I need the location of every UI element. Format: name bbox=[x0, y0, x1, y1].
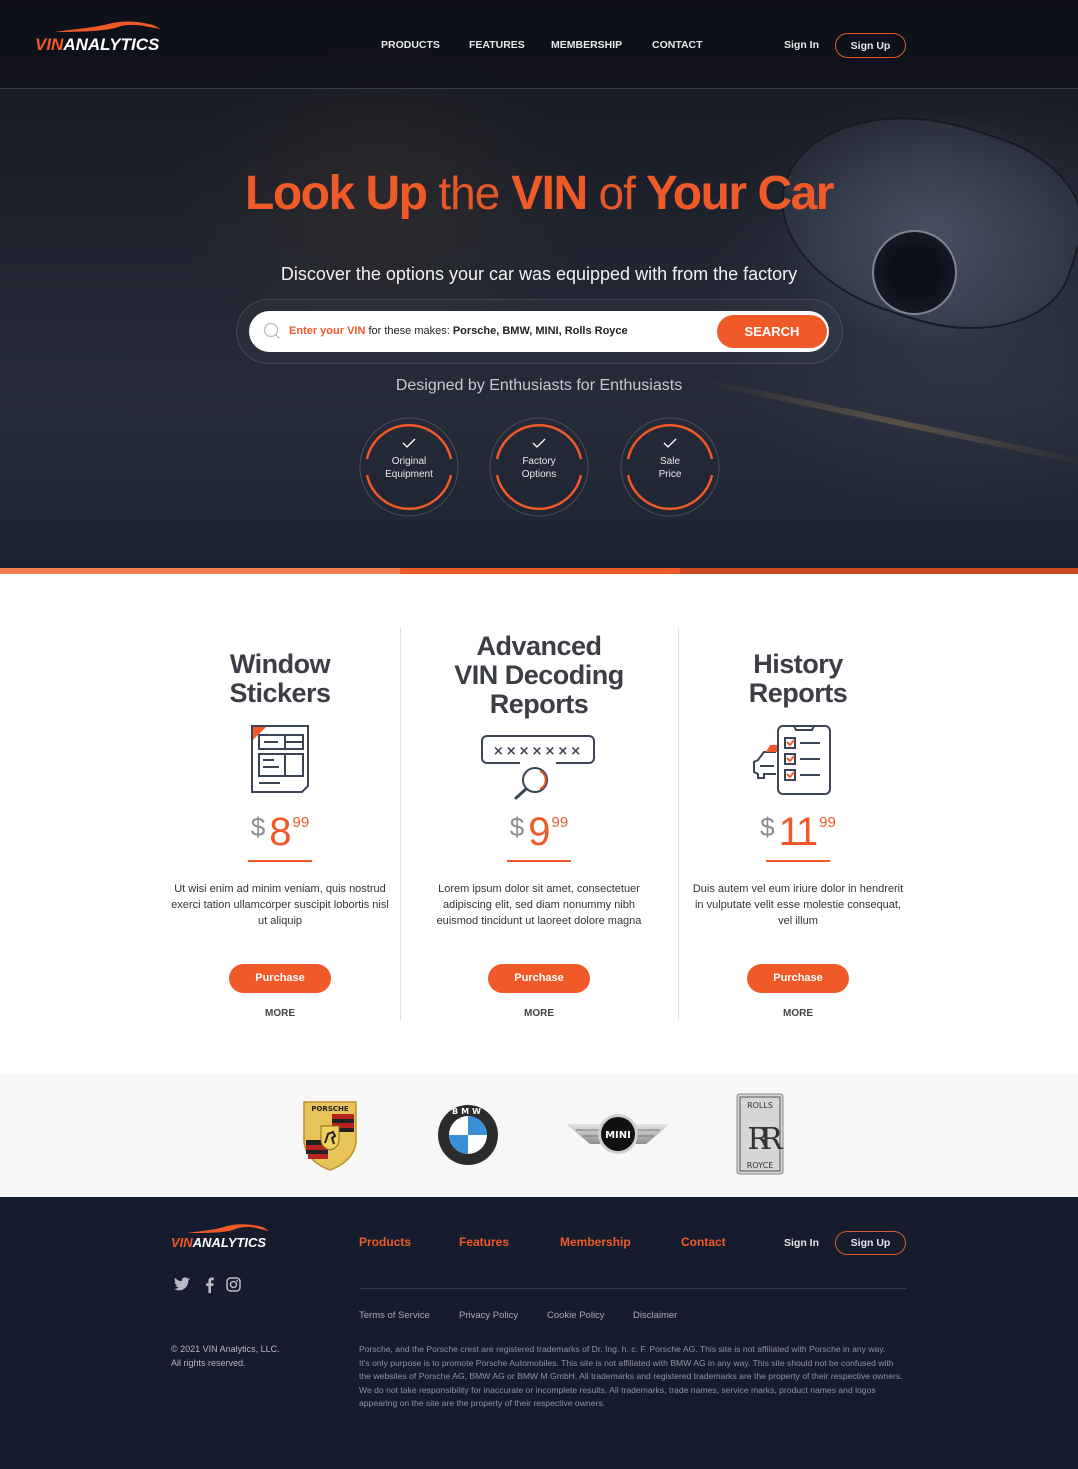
mini-logo: MINI bbox=[566, 1114, 670, 1154]
privacy-policy-link[interactable]: Privacy Policy bbox=[459, 1310, 518, 1321]
logo-analytics-text: ANALYTICS bbox=[63, 35, 160, 54]
footer-nav-features[interactable]: Features bbox=[459, 1235, 509, 1249]
price-underline bbox=[248, 860, 312, 862]
sign-up-button[interactable]: Sign Up bbox=[835, 33, 906, 58]
svg-text:PORSCHE: PORSCHE bbox=[311, 1105, 349, 1113]
hero-headline: Look Up the VIN of Your Car bbox=[0, 166, 1078, 221]
feature-original-equipment: Original Equipment bbox=[359, 417, 459, 517]
svg-text:ROLLS: ROLLS bbox=[747, 1101, 773, 1110]
svg-text:ROYCE: ROYCE bbox=[747, 1161, 774, 1170]
logo-vin-text: VIN bbox=[35, 35, 64, 54]
product-title: Advanced VIN Decoding Reports bbox=[454, 631, 624, 719]
feature-label-line1: Sale bbox=[659, 456, 680, 467]
more-link[interactable]: MORE bbox=[409, 1008, 669, 1019]
footer-divider bbox=[359, 1288, 906, 1289]
legal-disclaimer: Porsche, and the Porsche crest are regis… bbox=[359, 1344, 903, 1408]
feature-label-line2: Price bbox=[658, 469, 682, 480]
product-description: Ut wisi enim ad minim veniam, quis nostr… bbox=[171, 883, 389, 927]
copyright: © 2021 VIN Analytics, LLC. All rights re… bbox=[171, 1344, 280, 1368]
more-link[interactable]: MORE bbox=[150, 1008, 410, 1019]
nav-products[interactable]: PRODUCTS bbox=[381, 39, 440, 51]
footer-nav-membership[interactable]: Membership bbox=[560, 1235, 631, 1249]
feature-label-line1: Factory bbox=[522, 456, 556, 467]
headline-look-up: Look Up bbox=[245, 167, 428, 220]
search-button[interactable]: SEARCH bbox=[717, 315, 827, 348]
product-price: $9 99 bbox=[509, 810, 569, 854]
twitter-icon[interactable] bbox=[174, 1277, 190, 1291]
site-footer: VINANALYTICS Products Features Membershi… bbox=[0, 1197, 1078, 1469]
headline-the: the bbox=[438, 167, 500, 219]
sign-in-link[interactable]: Sign In bbox=[784, 39, 819, 51]
search-placeholder: Enter your VIN for these makes: Porsche,… bbox=[289, 325, 628, 337]
terms-of-service-link[interactable]: Terms of Service bbox=[359, 1310, 430, 1321]
nav-features[interactable]: FEATURES bbox=[469, 39, 525, 51]
svg-text:MINI: MINI bbox=[605, 1130, 631, 1141]
product-description: Duis autem vel eum iriure dolor in hendr… bbox=[692, 883, 904, 927]
rolls-royce-logo: ROLLS RR ROYCE bbox=[736, 1093, 784, 1175]
supported-brands: PORSCHE BMW MINI ROLLS RR ROYCE bbox=[0, 1074, 1078, 1197]
svg-text:BMW: BMW bbox=[452, 1107, 484, 1116]
product-price: $11 99 bbox=[760, 810, 836, 854]
headline-vin: VIN bbox=[511, 167, 588, 220]
price-underline bbox=[507, 860, 571, 862]
footer-sign-in-link[interactable]: Sign In bbox=[784, 1237, 819, 1249]
hero-tagline: Designed by Enthusiasts for Enthusiasts bbox=[395, 377, 683, 394]
feature-label-line2: Equipment bbox=[385, 469, 433, 480]
history-checklist-icon bbox=[753, 725, 831, 795]
svg-text:×××××××: ××××××× bbox=[493, 744, 583, 759]
product-description: Lorem ipsum dolor sit amet, consectetuer… bbox=[436, 883, 642, 927]
checkmark-icon bbox=[402, 438, 416, 448]
instagram-icon[interactable] bbox=[226, 1277, 241, 1292]
feature-factory-options: Factory Options bbox=[489, 417, 589, 517]
price-underline bbox=[766, 860, 830, 862]
car-swoosh-icon bbox=[187, 1224, 269, 1233]
purchase-button[interactable]: Purchase bbox=[229, 964, 331, 993]
footer-logo[interactable]: VINANALYTICS bbox=[171, 1223, 281, 1253]
product-title: Window Stickers bbox=[229, 649, 331, 708]
facebook-icon[interactable] bbox=[205, 1277, 214, 1293]
headline-your-car: Your Car bbox=[645, 167, 835, 220]
products-section: Window Stickers $8 99 Ut wisi enim ad min… bbox=[0, 574, 1078, 1056]
bmw-logo: BMW bbox=[438, 1105, 498, 1165]
product-price: $8 99 bbox=[250, 810, 310, 854]
checkmark-icon bbox=[532, 438, 546, 448]
search-icon bbox=[263, 322, 280, 339]
feature-label-line2: Options bbox=[521, 469, 557, 480]
car-swoosh-icon bbox=[55, 21, 161, 32]
purchase-button[interactable]: Purchase bbox=[488, 964, 590, 993]
purchase-button[interactable]: Purchase bbox=[747, 964, 849, 993]
nav-contact[interactable]: CONTACT bbox=[652, 39, 703, 51]
disclaimer-link[interactable]: Disclaimer bbox=[633, 1310, 677, 1321]
feature-label-line1: Original bbox=[391, 456, 427, 467]
footer-sign-up-button[interactable]: Sign Up bbox=[835, 1231, 906, 1255]
headline-of: of bbox=[598, 167, 635, 219]
hero-subheadline: Discover the options your car was equipp… bbox=[280, 264, 798, 284]
footer-nav-products[interactable]: Products bbox=[359, 1235, 411, 1249]
hero-section: VINANALYTICS PRODUCTS FEATURES MEMBERSHI… bbox=[0, 0, 1078, 568]
checkmark-icon bbox=[663, 438, 677, 448]
window-sticker-icon bbox=[251, 725, 309, 793]
nav-membership[interactable]: MEMBERSHIP bbox=[551, 39, 622, 51]
feature-sale-price: Sale Price bbox=[620, 417, 720, 517]
porsche-logo: PORSCHE bbox=[303, 1101, 357, 1171]
more-link[interactable]: MORE bbox=[668, 1008, 928, 1019]
footer-nav-contact[interactable]: Contact bbox=[681, 1235, 726, 1249]
top-navigation: VINANALYTICS PRODUCTS FEATURES MEMBERSHI… bbox=[0, 0, 1078, 89]
brand-logo[interactable]: VINANALYTICS bbox=[35, 20, 175, 60]
vin-search-icon: ××××××× bbox=[481, 735, 595, 800]
product-title: History Reports bbox=[748, 649, 848, 708]
cookie-policy-link[interactable]: Cookie Policy bbox=[547, 1310, 605, 1321]
